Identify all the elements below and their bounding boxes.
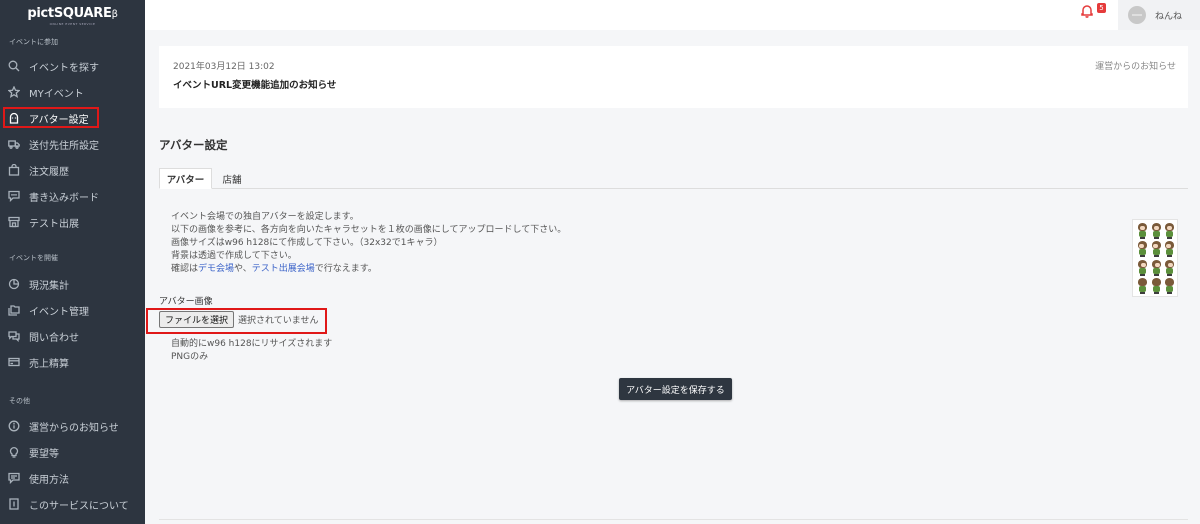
bell-icon[interactable]	[1080, 4, 1094, 18]
sample-avatar-sprite	[1132, 219, 1178, 297]
description: イベント会場での独自アバターを設定します。 以下の画像を参考に、各方向を向いたキ…	[171, 212, 567, 274]
user-menu[interactable]: ねんね	[1118, 0, 1200, 30]
tab-bar: アバター 店舗	[159, 168, 1188, 189]
notice-title: イベントURL変更機能追加のお知らせ	[173, 80, 337, 91]
avatar-image-label: アバター画像	[159, 297, 213, 307]
sidebar-item-requests[interactable]: 要望等	[0, 440, 145, 464]
document-icon	[8, 498, 20, 510]
sidebar-item-message-board[interactable]: 書き込みボード	[0, 184, 145, 208]
store-icon	[8, 216, 20, 228]
truck-icon	[8, 138, 20, 150]
card-icon	[8, 356, 20, 368]
sidebar-item-event-management[interactable]: イベント管理	[0, 298, 145, 322]
sprite-character	[1149, 222, 1162, 239]
section-label-join: イベントに参加	[9, 38, 58, 46]
info-icon	[8, 420, 20, 432]
test-venue-link[interactable]: テスト出展会場	[252, 264, 315, 274]
resize-hint: 自動的にw96 h128にリサイズされます	[171, 339, 333, 349]
sidebar-item-usage[interactable]: 使用方法	[0, 466, 145, 490]
sprite-character	[1135, 259, 1148, 276]
sidebar-item-my-event[interactable]: MYイベント	[0, 80, 145, 104]
highlight-file-input	[146, 308, 327, 334]
sprite-character	[1162, 240, 1175, 258]
message-icon	[8, 472, 20, 484]
page-title: アバター設定	[159, 138, 228, 152]
notice-card[interactable]: 2021年03月12日 13:02 イベントURL変更機能追加のお知らせ 運営か…	[159, 46, 1188, 108]
bag-icon	[8, 164, 20, 176]
sidebar-item-about-service[interactable]: このサービスについて	[0, 492, 145, 516]
sidebar: pictSQUAREβ ONLINE EVENT SERVICE イベントに参加…	[0, 0, 145, 524]
notification-badge: 5	[1097, 3, 1106, 13]
tab-store[interactable]: 店舗	[214, 168, 250, 189]
pie-icon	[8, 278, 20, 290]
highlight-avatar-settings	[3, 107, 99, 128]
sidebar-item-inquiry[interactable]: 問い合わせ	[0, 324, 145, 348]
top-bar: 5 ねんね	[145, 0, 1200, 30]
sprite-character	[1135, 222, 1148, 239]
comments-icon	[8, 330, 20, 342]
sidebar-item-announcements[interactable]: 運営からのお知らせ	[0, 414, 145, 438]
tab-avatar[interactable]: アバター	[159, 168, 212, 189]
star-icon	[8, 86, 20, 98]
user-name: ねんね	[1155, 11, 1183, 22]
sidebar-item-find-event[interactable]: イベントを探す	[0, 54, 145, 78]
logo[interactable]: pictSQUAREβ ONLINE EVENT SERVICE	[0, 0, 145, 30]
search-icon	[8, 60, 20, 72]
sidebar-item-status-summary[interactable]: 現況集計	[0, 272, 145, 296]
sprite-character	[1135, 240, 1148, 258]
notice-link[interactable]: 運営からのお知らせ	[1095, 59, 1176, 72]
notice-date: 2021年03月12日 13:02	[173, 62, 275, 72]
format-hint: PNGのみ	[171, 352, 209, 362]
sprite-character	[1149, 277, 1162, 294]
section-label-other: その他	[9, 397, 30, 405]
demo-venue-link[interactable]: デモ会場	[198, 264, 234, 274]
sprite-character	[1162, 277, 1175, 294]
folders-icon	[8, 304, 20, 316]
avatar-settings-panel: イベント会場での独自アバターを設定します。 以下の画像を参考に、各方向を向いたキ…	[159, 189, 1188, 519]
sprite-character	[1149, 240, 1162, 258]
sprite-character	[1149, 259, 1162, 276]
sidebar-item-shipping-address[interactable]: 送付先住所設定	[0, 132, 145, 156]
sprite-character	[1162, 222, 1175, 239]
lightbulb-icon	[8, 446, 20, 458]
sidebar-item-sales-settlement[interactable]: 売上精算	[0, 350, 145, 374]
sprite-character	[1135, 277, 1148, 294]
divider	[159, 519, 1188, 520]
sidebar-item-test-exhibit[interactable]: テスト出展	[0, 210, 145, 234]
sprite-character	[1162, 259, 1175, 276]
chat-icon	[8, 190, 20, 202]
section-label-host: イベントを開催	[9, 254, 58, 262]
avatar	[1128, 6, 1146, 24]
sidebar-item-order-history[interactable]: 注文履歴	[0, 158, 145, 182]
save-avatar-button[interactable]: アバター設定を保存する	[619, 378, 732, 400]
